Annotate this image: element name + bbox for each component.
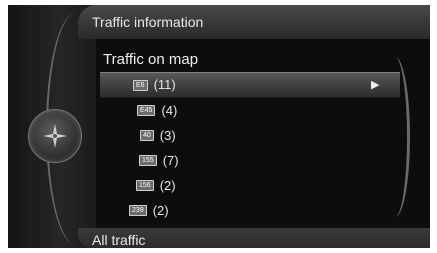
route-badge: 40 <box>140 130 154 141</box>
route-badge: E6 <box>133 79 148 91</box>
traffic-list: E6 (11) ▶ E45 (4) 40 (3) 155 (7) 156 (2)… <box>100 72 400 223</box>
incident-count: (7) <box>162 153 179 168</box>
route-badge: 155 <box>139 155 157 166</box>
incident-count: (11) <box>153 77 176 92</box>
list-item-239[interactable]: 239 (2) <box>100 198 400 223</box>
route-badge: 156 <box>136 180 154 191</box>
incident-count: (4) <box>161 103 178 118</box>
navigation-star-icon <box>43 124 67 148</box>
arrow-right-icon: ▶ <box>371 79 380 91</box>
list-item-e45[interactable]: E45 (4) <box>100 98 400 123</box>
incident-count: (2) <box>159 178 176 193</box>
incident-count: (2) <box>152 203 169 218</box>
list-item-40[interactable]: 40 (3) <box>100 123 400 148</box>
incident-count: (3) <box>159 128 176 143</box>
list-item-155[interactable]: 155 (7) <box>100 148 400 173</box>
header-title: Traffic information <box>92 14 204 30</box>
route-badge: 239 <box>129 205 147 216</box>
list-item-156[interactable]: 156 (2) <box>100 173 400 198</box>
list-item-e6[interactable]: E6 (11) ▶ <box>100 72 400 98</box>
footer-title: All traffic <box>92 232 146 248</box>
route-badge: E45 <box>137 105 156 116</box>
footer-bar[interactable]: All traffic <box>78 228 430 248</box>
navigation-knob-icon[interactable] <box>28 109 82 163</box>
infotainment-screen: Traffic information Traffic on map E6 (1… <box>8 5 430 248</box>
list-title: Traffic on map <box>103 51 199 68</box>
header-bar[interactable]: Traffic information <box>78 5 430 39</box>
